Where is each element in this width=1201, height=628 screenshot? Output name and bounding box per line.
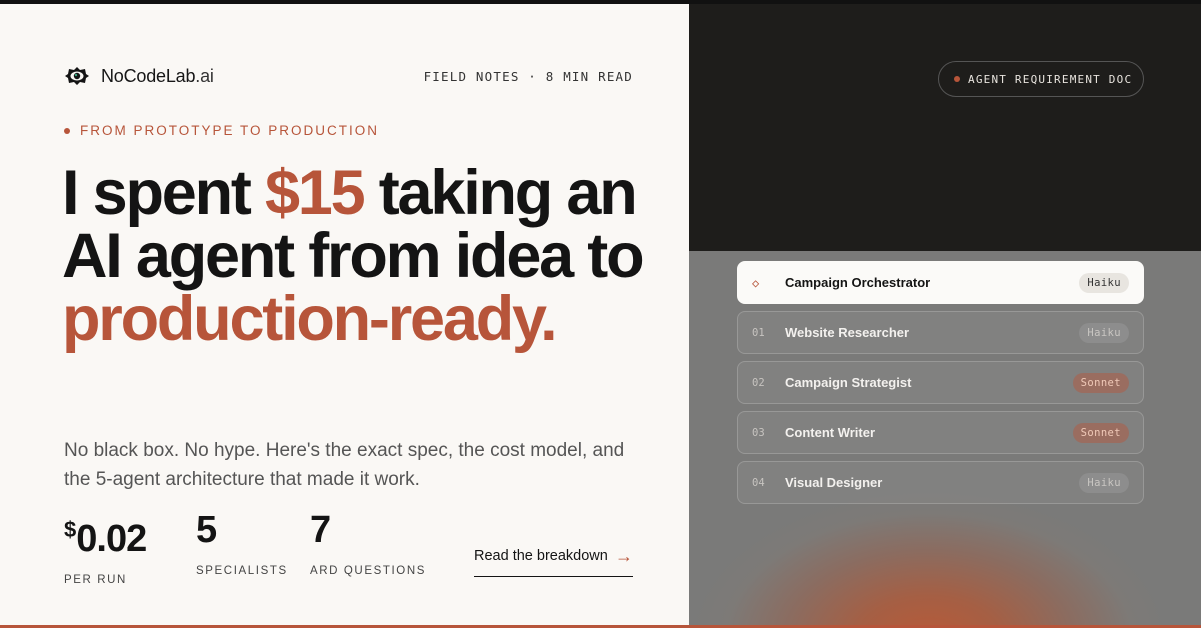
stat-ard-questions: 7 ARD QUESTIONS	[310, 509, 450, 586]
stat-value: $0.02	[64, 509, 196, 560]
model-badge: Sonnet	[1072, 372, 1129, 393]
agent-name: Visual Designer	[785, 475, 883, 490]
brand-name-text: NoCodeLab	[101, 65, 196, 86]
headline-accent-1: $15	[264, 158, 366, 228]
agent-item-orchestrator[interactable]: ◇ Campaign Orchestrator Haiku	[737, 261, 1144, 304]
stat-label: SPECIALISTS	[196, 565, 288, 577]
read-breakdown-label: Read the breakdown	[474, 548, 608, 564]
model-badge: Haiku	[1079, 322, 1129, 343]
agent-index: 01	[752, 326, 765, 339]
agent-name: Campaign Strategist	[785, 375, 912, 390]
brand[interactable]: NoCodeLab.ai	[64, 65, 214, 87]
agent-item-website-researcher[interactable]: 01 Website Researcher Haiku	[737, 311, 1144, 354]
stats-row: $0.02 PER RUN 5 SPECIALISTS 7 ARD QUESTI…	[64, 509, 450, 586]
dark-header-area	[689, 4, 1201, 251]
agent-item-visual-designer[interactable]: 04 Visual Designer Haiku	[737, 461, 1144, 504]
stat-specialists: 5 SPECIALISTS	[196, 509, 310, 586]
stat-label: ARD QUESTIONS	[310, 565, 427, 577]
eyebrow: FROM PROTOTYPE TO PRODUCTION	[64, 123, 379, 138]
agent-index: 02	[752, 376, 765, 389]
doc-pill[interactable]: AGENT REQUIREMENT DOC	[938, 61, 1144, 97]
diamond-icon: ◇	[752, 275, 760, 290]
agent-name: Website Researcher	[785, 325, 910, 340]
model-badge: Haiku	[1079, 472, 1129, 493]
model-badge: Sonnet	[1072, 422, 1129, 443]
agent-name: Content Writer	[785, 425, 876, 440]
article-meta: FIELD NOTES · 8 MIN READ	[423, 69, 633, 84]
agent-index: 03	[752, 426, 765, 439]
doc-pill-label: AGENT REQUIREMENT DOC	[968, 72, 1133, 86]
hero-panel: NoCodeLab.ai FIELD NOTES · 8 MIN READ FR…	[0, 4, 689, 627]
agent-index: 04	[752, 476, 765, 489]
brand-name: NoCodeLab.ai	[101, 66, 214, 87]
stat-value: 7	[310, 509, 331, 551]
doc-pill-dot-icon	[954, 76, 960, 82]
stat-currency: $	[64, 517, 77, 542]
eyebrow-dot-icon	[64, 127, 70, 134]
agent-list: ◇ Campaign Orchestrator Haiku 01 Website…	[737, 261, 1144, 511]
stat-cost-per-run: $0.02 PER RUN	[64, 509, 196, 586]
arrow-right-icon: →	[615, 546, 633, 566]
subheadline: No black box. No hype. Here's the exact …	[64, 440, 625, 490]
stat-value: 5	[196, 509, 217, 551]
eye-gear-icon	[64, 65, 90, 87]
agent-name: Campaign Orchestrator	[785, 275, 931, 290]
headline: I spent $15 taking an AI agent from idea…	[62, 162, 662, 351]
stat-label: PER RUN	[64, 574, 127, 586]
stat-number: 0.02	[76, 518, 147, 560]
headline-accent-2: production-ready.	[62, 284, 558, 354]
headline-part-1: I spent	[62, 158, 265, 228]
page-frame: NoCodeLab.ai FIELD NOTES · 8 MIN READ FR…	[0, 0, 1201, 628]
read-breakdown-link[interactable]: Read the breakdown →	[474, 545, 633, 577]
architecture-panel: AGENT REQUIREMENT DOC ◇ Campaign Orchest…	[689, 4, 1201, 627]
agent-item-content-writer[interactable]: 03 Content Writer Sonnet	[737, 411, 1144, 454]
brand-domain: .ai	[195, 65, 214, 86]
agent-item-campaign-strategist[interactable]: 02 Campaign Strategist Sonnet	[737, 361, 1144, 404]
model-badge: Haiku	[1079, 272, 1129, 293]
eyebrow-text: FROM PROTOTYPE TO PRODUCTION	[80, 123, 380, 138]
